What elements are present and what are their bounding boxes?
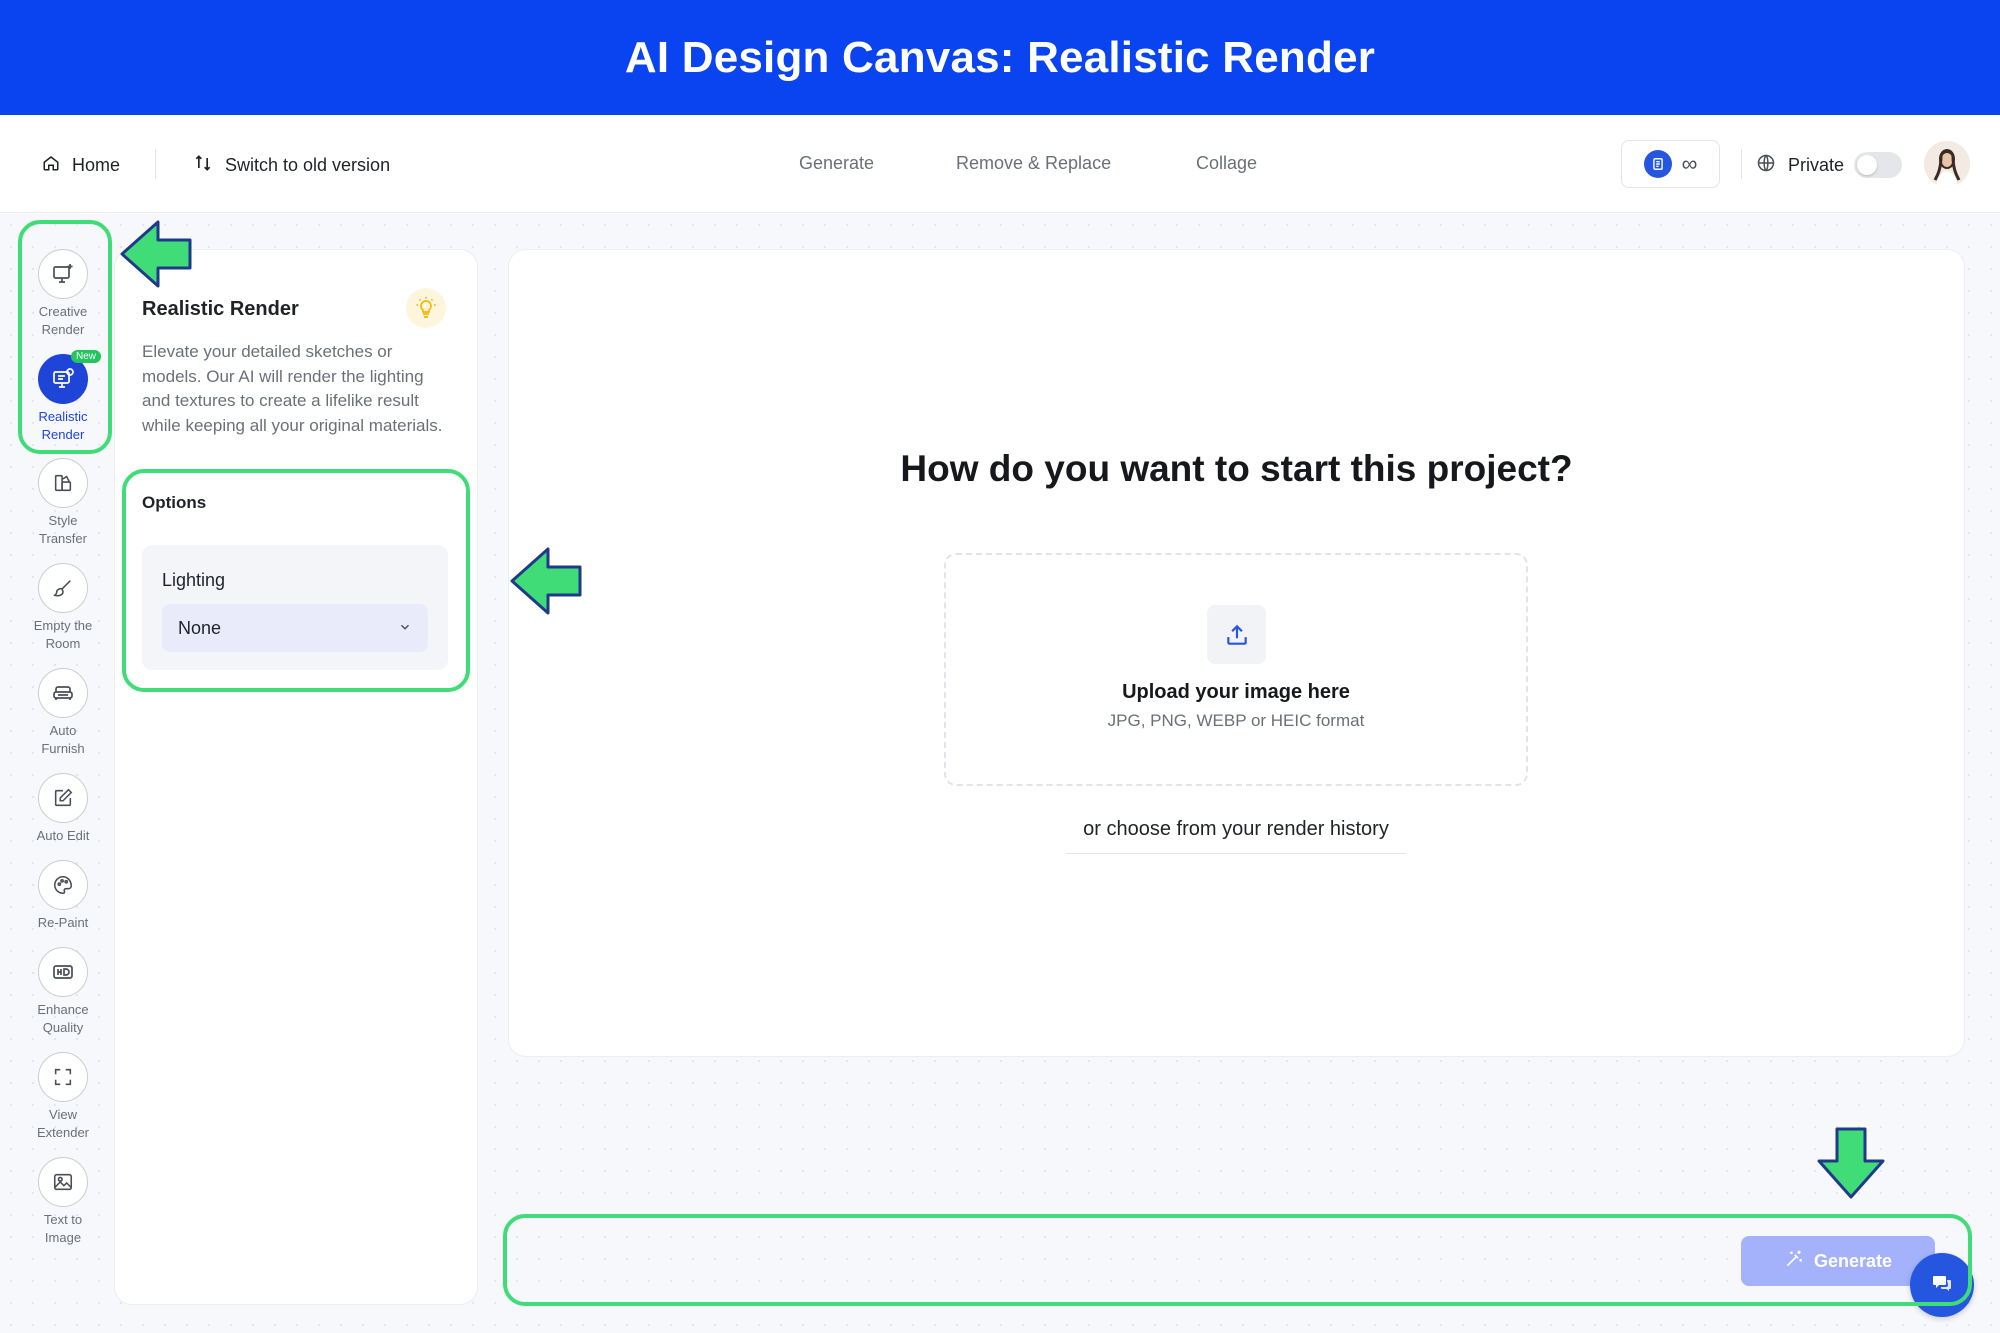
tool-view-extender[interactable]: View Extender bbox=[18, 1052, 108, 1142]
tool-label: Text to Image bbox=[43, 1212, 83, 1245]
switch-icon bbox=[193, 153, 213, 178]
upload-formats: JPG, PNG, WEBP or HEIC format bbox=[1107, 711, 1365, 730]
lightbulb-icon[interactable] bbox=[406, 288, 446, 328]
privacy-label: Private bbox=[1788, 154, 1845, 175]
arrow-left-icon bbox=[510, 547, 582, 615]
tool-empty-the-room[interactable]: Empty the Room bbox=[18, 563, 108, 653]
tool-realistic-render[interactable]: New Realistic Render bbox=[18, 350, 108, 444]
lighting-select[interactable]: None bbox=[162, 604, 428, 652]
chat-icon bbox=[1930, 1271, 1954, 1300]
new-badge: New bbox=[71, 350, 102, 363]
banner-title: AI Design Canvas: Realistic Render bbox=[624, 32, 1376, 82]
tool-auto-furnish[interactable]: Auto Furnish bbox=[18, 668, 108, 758]
tab-remove-replace[interactable]: Remove & Replace bbox=[956, 153, 1111, 174]
style-transfer-icon bbox=[38, 458, 88, 508]
private-toggle[interactable] bbox=[1854, 152, 1902, 178]
lighting-value: None bbox=[178, 617, 222, 638]
brush-icon bbox=[38, 563, 88, 613]
render-history-link[interactable]: or choose from your render history bbox=[1066, 818, 1406, 854]
switch-version-link[interactable]: Switch to old version bbox=[193, 151, 390, 179]
tool-label: Enhance Quality bbox=[37, 1002, 89, 1035]
chat-support-button[interactable] bbox=[1910, 1253, 1974, 1317]
tool-text-to-image[interactable]: Text to Image bbox=[18, 1157, 108, 1247]
generate-label: Generate bbox=[1813, 1250, 1893, 1271]
credits-badge[interactable]: ∞ bbox=[1621, 140, 1720, 188]
image-icon bbox=[38, 1157, 88, 1207]
nav-divider-right bbox=[1741, 149, 1742, 179]
hd-icon bbox=[38, 947, 88, 997]
tool-label: Auto Furnish bbox=[41, 723, 85, 756]
title-banner: AI Design Canvas: Realistic Render bbox=[0, 0, 2000, 115]
avatar[interactable] bbox=[1924, 141, 1970, 187]
home-link[interactable]: Home bbox=[42, 151, 120, 179]
tool-label: Empty the Room bbox=[33, 618, 93, 651]
tool-label: View Extender bbox=[36, 1107, 90, 1140]
credit-coin-icon bbox=[1643, 150, 1672, 178]
arrow-left-icon bbox=[120, 220, 192, 288]
tab-generate[interactable]: Generate bbox=[799, 153, 874, 174]
panel-title: Realistic Render bbox=[142, 298, 299, 320]
upload-icon[interactable] bbox=[1207, 605, 1266, 664]
options-heading: Options bbox=[142, 493, 207, 512]
credits-value: ∞ bbox=[1681, 151, 1698, 176]
home-label: Home bbox=[72, 154, 121, 175]
tool-label: Style Transfer bbox=[39, 513, 87, 546]
privacy-setting: Private bbox=[1756, 151, 1844, 179]
tab-collage[interactable]: Collage bbox=[1196, 153, 1257, 174]
globe-icon bbox=[1756, 153, 1776, 178]
tool-re-paint[interactable]: Re-Paint bbox=[18, 860, 108, 932]
tool-label: Creative Render bbox=[38, 304, 88, 337]
generate-button[interactable]: Generate bbox=[1741, 1236, 1935, 1286]
panel-description: Elevate your detailed sketches or models… bbox=[142, 342, 443, 435]
sofa-icon bbox=[38, 668, 88, 718]
top-nav: Home Switch to old version Generate Remo… bbox=[0, 115, 2000, 213]
switch-version-label: Switch to old version bbox=[225, 154, 391, 175]
upload-title: Upload your image here bbox=[1122, 681, 1350, 703]
start-project-heading: How do you want to start this project? bbox=[900, 448, 1573, 489]
edit-icon bbox=[38, 773, 88, 823]
tool-label: Realistic Render bbox=[38, 409, 88, 442]
nav-divider bbox=[155, 149, 156, 179]
upload-dropzone[interactable] bbox=[944, 553, 1528, 786]
magic-wand-icon bbox=[1784, 1249, 1804, 1274]
tool-enhance-quality[interactable]: Enhance Quality bbox=[18, 947, 108, 1037]
creative-render-icon bbox=[38, 249, 88, 299]
home-icon bbox=[42, 154, 60, 177]
tool-label: Auto Edit bbox=[36, 828, 90, 843]
arrow-down-icon bbox=[1817, 1127, 1885, 1199]
tool-label: Re-Paint bbox=[37, 915, 89, 930]
expand-icon bbox=[38, 1052, 88, 1102]
tool-style-transfer[interactable]: Style Transfer bbox=[18, 458, 108, 548]
palette-icon bbox=[38, 860, 88, 910]
lighting-label: Lighting bbox=[162, 570, 226, 590]
tool-creative-render[interactable]: Creative Render bbox=[18, 249, 108, 339]
chevron-down-icon bbox=[398, 618, 412, 639]
tool-auto-edit[interactable]: Auto Edit bbox=[18, 773, 108, 845]
